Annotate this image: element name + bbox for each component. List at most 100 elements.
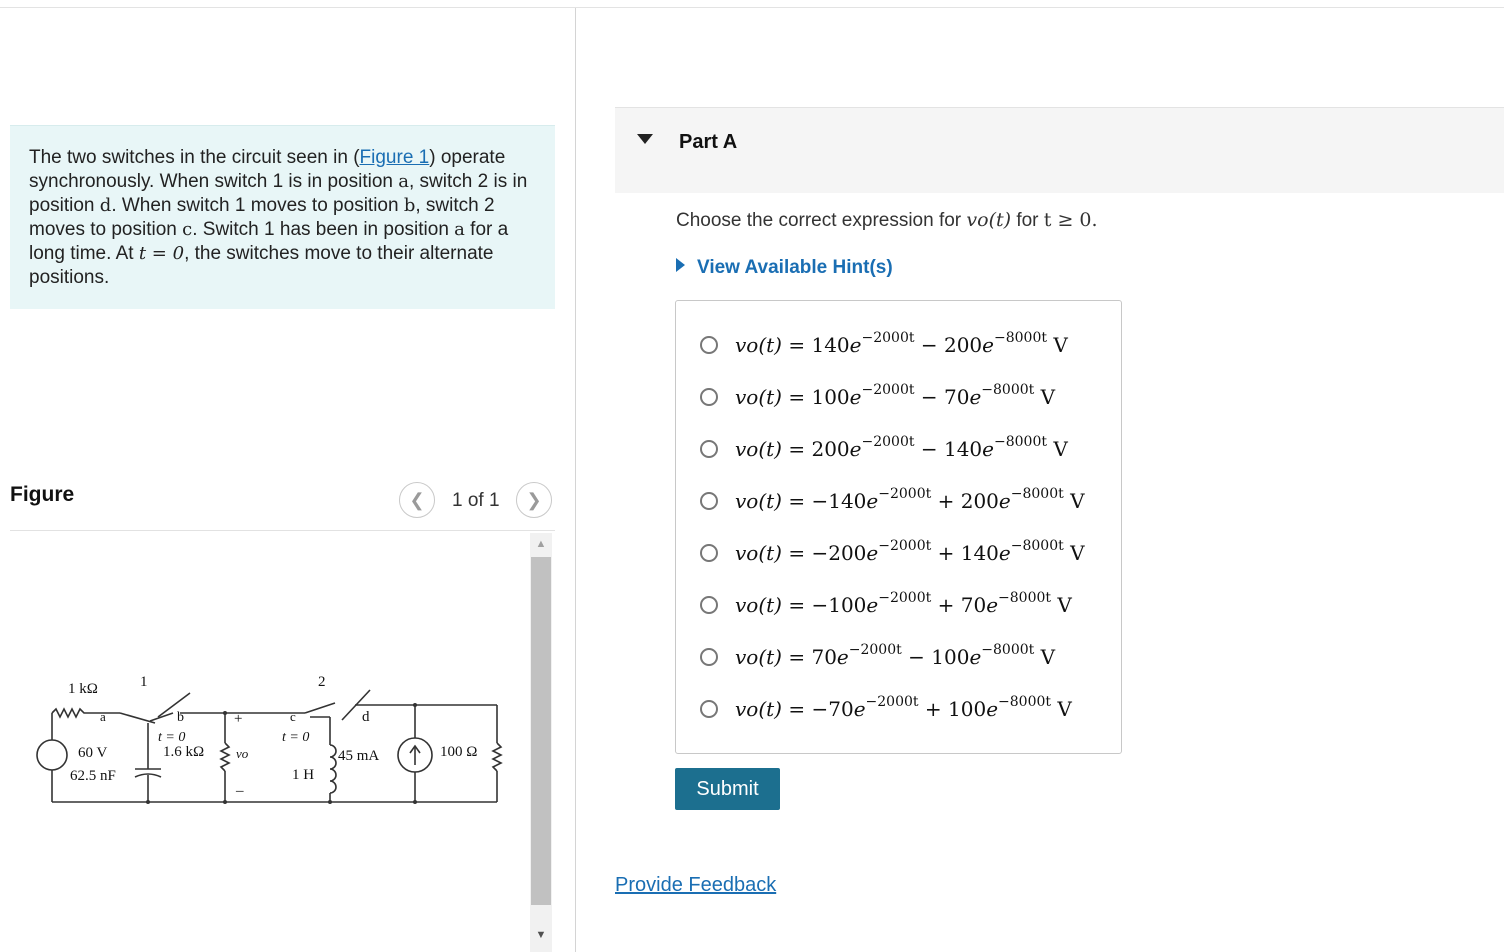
choice-expression: vo(t) = −200e−2000t + 140e−8000t V — [735, 538, 1085, 565]
label-node-c: c — [290, 709, 296, 724]
coef-2: 70 — [943, 385, 970, 409]
radio-button[interactable] — [700, 440, 718, 458]
coef-2: 140 — [960, 541, 999, 565]
coef-2: 100 — [931, 645, 970, 669]
voltage-source — [36, 739, 68, 771]
coef-2: 140 — [943, 437, 983, 461]
coef-2: 70 — [960, 593, 987, 617]
operator: + — [924, 697, 942, 721]
expand-caret-icon — [676, 258, 685, 272]
radio-button[interactable] — [700, 492, 718, 510]
scroll-down-arrow-icon[interactable]: ▼ — [530, 925, 552, 945]
scroll-up-arrow-icon[interactable]: ▲ — [530, 534, 552, 554]
figure-pager: 1 of 1 — [452, 490, 500, 511]
choice-expression: vo(t) = 200e−2000t − 140e−8000t V — [735, 434, 1068, 461]
chevron-right-icon: ❯ — [526, 489, 542, 510]
unit: V — [1053, 437, 1068, 461]
exponent-1: −2000t — [878, 486, 932, 502]
exponent-1: −2000t — [878, 590, 932, 606]
label-r2: 1.6 kΩ — [163, 744, 204, 760]
unit: V — [1070, 489, 1085, 513]
choice-expression: vo(t) = −140e−2000t + 200e−8000t V — [735, 486, 1085, 513]
radio-button[interactable] — [700, 648, 718, 666]
unit: V — [1040, 385, 1056, 409]
question-condition: t ≥ 0. — [1043, 209, 1098, 231]
problem-text: . When switch 1 moves to position — [111, 195, 404, 216]
expr-lhs: vo(t) = — [735, 489, 806, 513]
exponent-2: −8000t — [1010, 486, 1064, 502]
part-a-header[interactable] — [615, 107, 1504, 193]
coef-1: −140 — [811, 489, 867, 513]
expr-lhs: vo(t) = — [735, 697, 806, 721]
math-a: a — [454, 219, 465, 240]
prev-figure-button[interactable]: ❮ — [399, 482, 435, 518]
question-prefix: Choose the correct expression for — [676, 210, 967, 231]
label-node-b: b — [177, 710, 184, 725]
choice-option[interactable]: vo(t) = 100e−2000t − 70e−8000t V — [700, 382, 1055, 412]
next-figure-button[interactable]: ❯ — [516, 482, 552, 518]
radio-button[interactable] — [700, 700, 718, 718]
radio-button[interactable] — [700, 544, 718, 562]
operator: − — [908, 645, 925, 669]
label-switch2: 2 — [318, 674, 326, 690]
problem-text: . Switch 1 has been in position — [192, 219, 455, 240]
choice-expression: vo(t) = −70e−2000t + 100e−8000t V — [735, 694, 1072, 721]
collapse-caret-icon[interactable] — [637, 134, 653, 144]
radio-button[interactable] — [700, 388, 718, 406]
choice-option[interactable]: vo(t) = −140e−2000t + 200e−8000t V — [700, 486, 1085, 516]
operator: + — [937, 593, 955, 617]
coef-2: 200 — [943, 333, 983, 357]
coef-1: 70 — [811, 645, 837, 669]
math-t-zero: t = 0 — [138, 243, 185, 264]
exponent-2: −8000t — [998, 694, 1052, 710]
exponent-2: −8000t — [994, 434, 1048, 450]
radio-button[interactable] — [700, 336, 718, 354]
problem-text: The two switches in the circuit seen in … — [29, 147, 360, 168]
choice-option[interactable]: vo(t) = 140e−2000t − 200e−8000t V — [700, 330, 1068, 360]
choice-option[interactable]: vo(t) = 200e−2000t − 140e−8000t V — [700, 434, 1068, 464]
provide-feedback-link[interactable]: Provide Feedback — [615, 874, 776, 897]
question-mid: for — [1011, 210, 1044, 231]
choice-option[interactable]: vo(t) = −200e−2000t + 140e−8000t V — [700, 538, 1085, 568]
label-switch1: 1 — [140, 674, 148, 690]
choice-option[interactable]: vo(t) = −100e−2000t + 70e−8000t V — [700, 590, 1072, 620]
resistor-1k — [51, 707, 100, 719]
scrollbar-thumb[interactable] — [531, 557, 551, 905]
exponent-1: −2000t — [848, 642, 902, 658]
choice-option[interactable]: vo(t) = −70e−2000t + 100e−8000t V — [700, 694, 1072, 724]
exponent-2: −8000t — [994, 330, 1048, 346]
operator: − — [920, 437, 938, 461]
resistor-1-6k — [219, 742, 231, 772]
choice-expression: vo(t) = 140e−2000t − 200e−8000t V — [735, 330, 1068, 357]
coef-2: 200 — [960, 489, 999, 513]
submit-button[interactable]: Submit — [675, 768, 780, 810]
label-current: 45 mA — [338, 748, 379, 764]
expr-lhs: vo(t) = — [735, 593, 806, 617]
circuit-diagram: 1 kΩ 1 2 a b c d t = 0 t = 0 60 V 62.5 n… — [36, 674, 503, 804]
expr-lhs: vo(t) = — [735, 385, 806, 409]
answer-choices: vo(t) = 140e−2000t − 200e−8000t V vo(t) … — [675, 300, 1122, 754]
radio-button[interactable] — [700, 596, 718, 614]
coef-1: −200 — [811, 541, 867, 565]
problem-statement: The two switches in the circuit seen in … — [10, 125, 555, 309]
question-var: vo(t) — [966, 209, 1012, 231]
figure-divider — [10, 530, 555, 531]
label-plus: + — [234, 711, 242, 727]
part-title: Part A — [679, 131, 738, 153]
expr-lhs: vo(t) = — [735, 333, 806, 357]
label-r1: 1 kΩ — [68, 681, 98, 697]
choice-option[interactable]: vo(t) = 70e−2000t − 100e−8000t V — [700, 642, 1055, 672]
exponent-1: −2000t — [861, 382, 915, 398]
unit: V — [1053, 333, 1068, 357]
top-divider — [0, 7, 1504, 8]
view-hints-link[interactable]: View Available Hint(s) — [676, 257, 893, 279]
choice-expression: vo(t) = −100e−2000t + 70e−8000t V — [735, 590, 1072, 617]
coef-1: 200 — [811, 437, 850, 461]
label-r3: 100 Ω — [440, 744, 477, 760]
figure-title: Figure — [10, 483, 75, 506]
expr-lhs: vo(t) = — [735, 645, 806, 669]
exponent-1: −2000t — [861, 434, 915, 450]
label-minus: – — [235, 783, 244, 799]
operator: + — [937, 489, 955, 513]
figure-link[interactable]: Figure 1 — [360, 147, 430, 168]
